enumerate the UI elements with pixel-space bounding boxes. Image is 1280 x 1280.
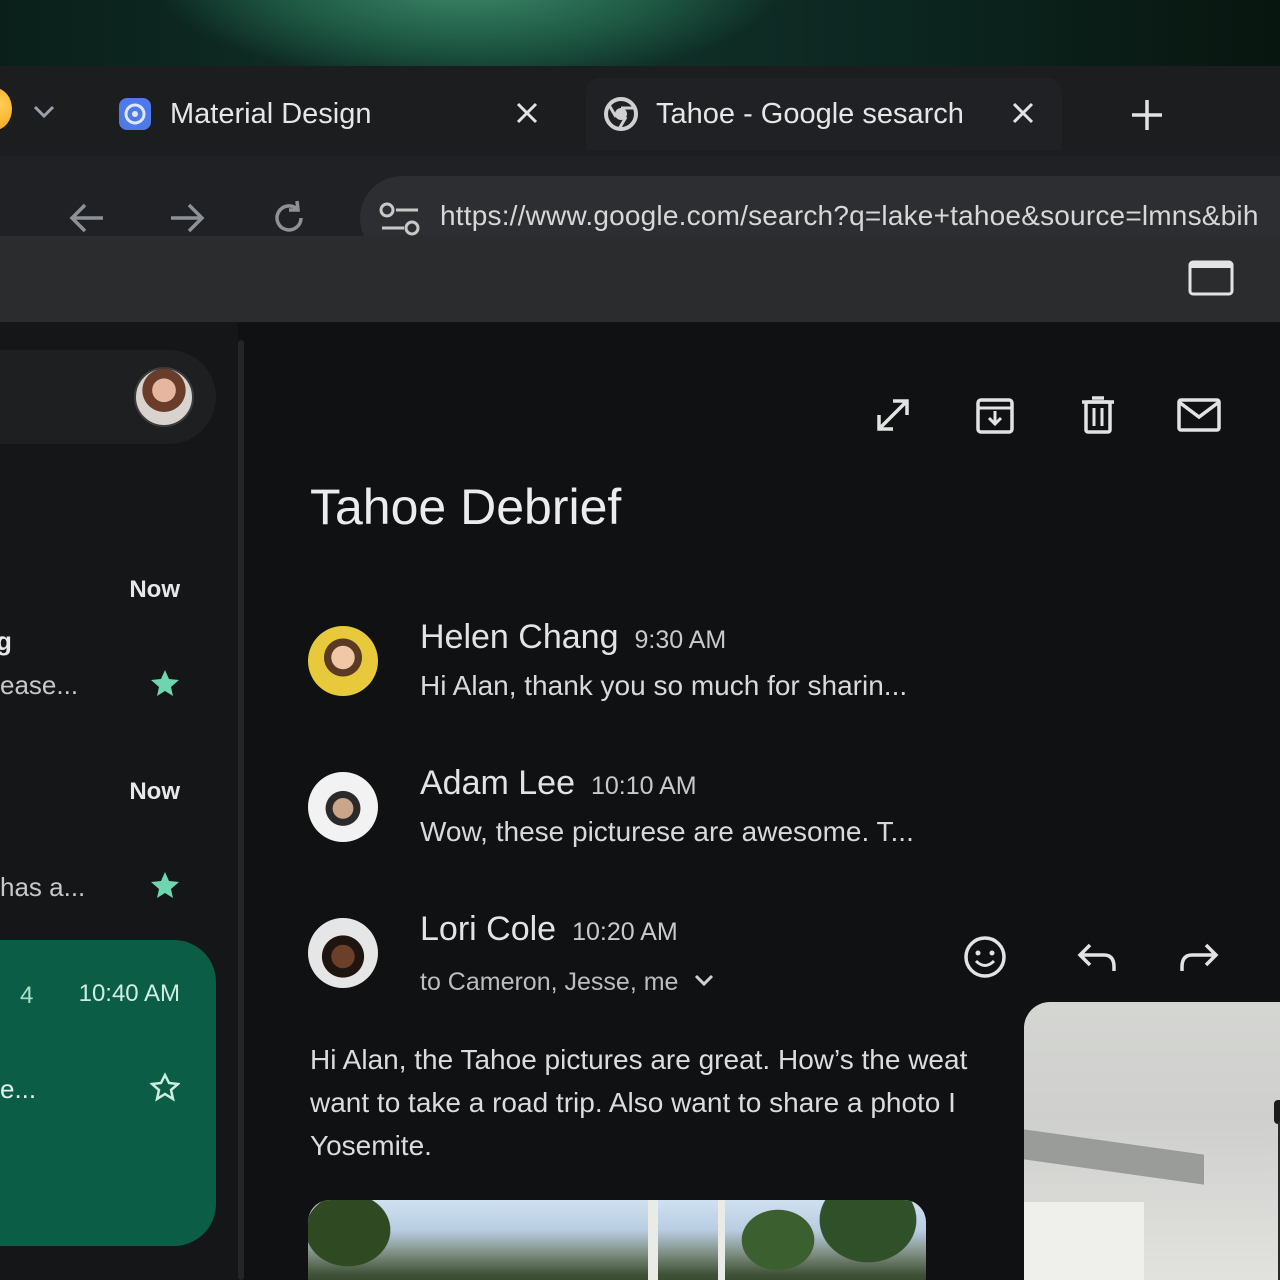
star-filled-icon[interactable] <box>150 668 180 698</box>
app-title-bar <box>0 236 1280 322</box>
message-time: 9:30 AM <box>634 626 727 654</box>
sender-name: Helen Chang <box>420 618 619 656</box>
list-item-sender: g <box>0 626 12 656</box>
list-item-snippet: e... <box>0 1074 37 1104</box>
sender-line: Helen Chang 9:30 AM <box>420 618 726 657</box>
message-snippet: Hi Alan, thank you so much for sharin... <box>420 670 908 701</box>
sender-line: Lori Cole 10:20 AM <box>420 910 678 949</box>
photo-tree-trunk <box>718 1200 725 1280</box>
sender-line: Adam Lee 10:10 AM <box>420 764 697 803</box>
attached-photo[interactable] <box>308 1200 926 1280</box>
tab-search-chevron-icon[interactable] <box>30 96 58 126</box>
video-scene-lamp <box>1274 1100 1280 1124</box>
sender-name: Adam Lee <box>420 764 575 802</box>
new-tab-plus-icon[interactable] <box>1124 92 1170 138</box>
tab-google-search[interactable]: Tahoe - Google sesarch <box>586 78 1062 150</box>
material-design-logo-icon <box>118 97 152 131</box>
photo-trees <box>308 1200 926 1280</box>
video-scene-beam <box>1024 1129 1204 1185</box>
list-item-time: 10:40 AM <box>78 980 180 1007</box>
mark-unread-mail-icon[interactable] <box>1176 392 1222 438</box>
chrome-logo-icon <box>604 97 638 131</box>
list-item-time: Now <box>129 778 180 805</box>
star-outline-icon[interactable] <box>149 1072 181 1102</box>
reply-arrow-icon[interactable] <box>1072 932 1122 982</box>
account-avatar[interactable] <box>134 367 194 427</box>
forward-arrow-icon[interactable] <box>1174 932 1224 982</box>
list-item-time: Now <box>129 576 180 603</box>
message-time: 10:20 AM <box>572 918 678 946</box>
tab-title: Material Design <box>170 97 372 130</box>
close-icon[interactable] <box>510 96 544 130</box>
star-filled-icon[interactable] <box>150 870 180 900</box>
message-body: Hi Alan, the Tahoe pictures are great. H… <box>310 1044 968 1161</box>
message-time: 10:10 AM <box>591 772 697 800</box>
tab-title: Tahoe - Google sesarch <box>656 97 964 130</box>
sender-avatar <box>308 918 378 988</box>
message-snippet: Wow, these picturese are awesome. T... <box>420 816 914 847</box>
recipients-text: to Cameron, Jesse, me <box>420 968 679 996</box>
recipients-toggle[interactable]: to Cameron, Jesse, me <box>420 968 716 997</box>
desktop-wallpaper <box>0 0 1280 66</box>
close-icon[interactable] <box>1006 96 1040 130</box>
pane-divider[interactable] <box>238 340 244 1280</box>
list-item-selected[interactable]: 4 10:40 AM e... <box>0 940 216 1246</box>
thread-subject: Tahoe Debrief <box>310 479 622 535</box>
list-item[interactable]: Now g ease... <box>0 560 216 740</box>
url-text: https://www.google.com/search?q=lake+tah… <box>440 200 1259 231</box>
expand-icon[interactable] <box>870 392 916 438</box>
video-preview-window[interactable] <box>1024 1002 1280 1280</box>
sender-name: Lori Cole <box>420 910 557 948</box>
video-scene-panel <box>1024 1202 1144 1280</box>
list-item-count: 4 <box>20 982 34 1009</box>
list-item-snippet: has a... <box>0 872 86 902</box>
delete-trash-icon[interactable] <box>1075 392 1121 438</box>
tab-material-design[interactable]: Material Design <box>100 78 566 150</box>
emoji-reaction-icon[interactable] <box>960 932 1010 982</box>
sender-avatar <box>308 626 378 696</box>
chevron-down-icon <box>692 968 716 997</box>
list-item-snippet: ease... <box>0 670 79 700</box>
archive-icon[interactable] <box>972 392 1018 438</box>
window-maximize-icon[interactable] <box>1186 258 1236 298</box>
photo-tree-trunk <box>648 1200 658 1280</box>
sender-avatar <box>308 772 378 842</box>
list-item[interactable]: Now has a... <box>0 762 216 942</box>
